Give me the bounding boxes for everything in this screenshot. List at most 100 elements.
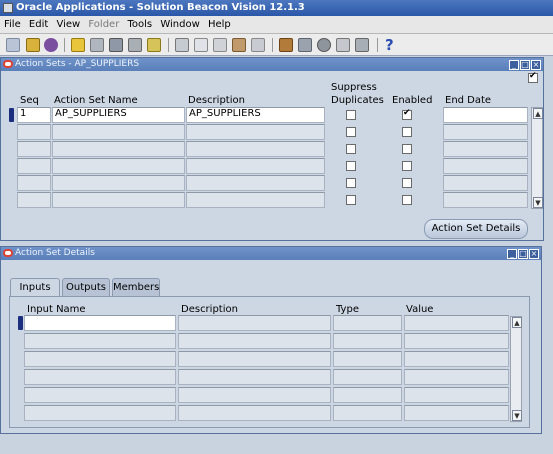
scroll-up-icon[interactable]: ▲ [533,108,543,119]
tab-members[interactable]: Members [112,278,160,296]
suppress-duplicates-checkbox[interactable] [346,144,356,154]
seq-cell[interactable]: 1 [17,107,51,123]
input-value-cell[interactable] [404,315,509,331]
action-set-name-cell[interactable] [52,141,185,157]
navigator-icon[interactable] [44,38,58,52]
description-cell[interactable]: AP_SUPPLIERS [186,107,325,123]
copy-icon[interactable] [194,38,208,52]
end-date-cell[interactable] [443,158,528,174]
menu-view[interactable]: View [56,16,80,34]
input-description-cell[interactable] [178,405,331,421]
seq-cell[interactable] [17,192,51,208]
menu-edit[interactable]: Edit [29,16,48,34]
action-set-name-cell[interactable] [52,124,185,140]
end-date-cell[interactable] [443,124,528,140]
maximize-icon[interactable]: □ [520,60,530,70]
scroll-down-icon[interactable]: ▼ [512,410,522,421]
seq-cell[interactable] [17,141,51,157]
description-cell[interactable] [186,141,325,157]
minimize-icon[interactable]: _ [507,249,517,259]
action-set-name-cell[interactable] [52,158,185,174]
menu-file[interactable]: File [4,16,21,34]
end-date-cell[interactable] [443,175,528,191]
save-icon[interactable] [71,38,85,52]
suppress-duplicates-checkbox[interactable] [346,161,356,171]
menu-help[interactable]: Help [208,16,231,34]
input-description-cell[interactable] [178,333,331,349]
input-name-cell[interactable] [24,387,176,403]
help-icon[interactable]: ? [385,36,394,54]
suppress-duplicates-checkbox[interactable] [346,178,356,188]
enabled-checkbox[interactable] [402,108,412,120]
input-description-cell[interactable] [178,387,331,403]
action-set-name-cell[interactable] [52,192,185,208]
clear-record-icon[interactable] [232,38,246,52]
description-cell[interactable] [186,192,325,208]
seq-cell[interactable] [17,124,51,140]
input-value-cell[interactable] [404,387,509,403]
action-set-name-cell[interactable] [52,175,185,191]
description-cell[interactable] [186,158,325,174]
action-set-details-button[interactable]: Action Set Details [424,219,528,239]
input-name-cell[interactable] [24,333,176,349]
enabled-checkbox[interactable] [402,178,412,188]
new-icon[interactable] [6,38,20,52]
input-value-cell[interactable] [404,369,509,385]
attachments-icon[interactable] [147,38,161,52]
input-name-cell[interactable] [24,405,176,421]
input-description-cell[interactable] [178,315,331,331]
input-type-cell[interactable] [333,351,402,367]
input-value-cell[interactable] [404,351,509,367]
input-type-cell[interactable] [333,369,402,385]
seq-cell[interactable] [17,158,51,174]
input-type-cell[interactable] [333,387,402,403]
description-cell[interactable] [186,124,325,140]
suppress-duplicates-checkbox[interactable] [346,110,356,120]
input-name-cell[interactable] [24,351,176,367]
close-icon[interactable]: × [531,60,541,70]
enabled-checkbox[interactable] [402,127,412,137]
window-checkbox[interactable] [528,71,538,83]
next-step-icon[interactable] [90,38,104,52]
print-icon[interactable] [109,38,123,52]
zoom-icon[interactable] [298,38,312,52]
action-sets-scrollbar[interactable]: ▲ ▼ [531,107,543,209]
end-date-cell[interactable] [443,141,528,157]
description-cell[interactable] [186,175,325,191]
edit-field-icon[interactable] [279,38,293,52]
close-form-icon[interactable] [128,38,142,52]
enabled-checkbox[interactable] [402,195,412,205]
action-set-name-cell[interactable]: AP_SUPPLIERS [52,107,185,123]
scroll-up-icon[interactable]: ▲ [512,317,522,328]
input-type-cell[interactable] [333,315,402,331]
input-description-cell[interactable] [178,351,331,367]
input-type-cell[interactable] [333,405,402,421]
enabled-checkbox[interactable] [402,144,412,154]
folder-tools-icon[interactable] [355,38,369,52]
suppress-duplicates-checkbox[interactable] [346,195,356,205]
scroll-down-icon[interactable]: ▼ [533,197,543,208]
end-date-cell[interactable] [443,192,528,208]
input-name-cell[interactable] [24,315,176,331]
input-name-cell[interactable] [24,369,176,385]
input-value-cell[interactable] [404,405,509,421]
enabled-checkbox[interactable] [402,161,412,171]
seq-cell[interactable] [17,175,51,191]
paste-icon[interactable] [213,38,227,52]
suppress-duplicates-checkbox[interactable] [346,127,356,137]
menu-window[interactable]: Window [160,16,199,34]
close-icon[interactable]: × [529,249,539,259]
tab-outputs[interactable]: Outputs [62,278,110,296]
minimize-icon[interactable]: _ [509,60,519,70]
tab-inputs[interactable]: Inputs [10,278,60,297]
end-date-cell[interactable] [443,107,528,123]
input-description-cell[interactable] [178,369,331,385]
find-icon[interactable] [26,38,40,52]
translations-icon[interactable] [317,38,331,52]
attachments-clip-icon[interactable] [336,38,350,52]
delete-record-icon[interactable] [251,38,265,52]
cut-icon[interactable] [175,38,189,52]
input-type-cell[interactable] [333,333,402,349]
inputs-scrollbar[interactable]: ▲ ▼ [510,316,522,422]
input-value-cell[interactable] [404,333,509,349]
